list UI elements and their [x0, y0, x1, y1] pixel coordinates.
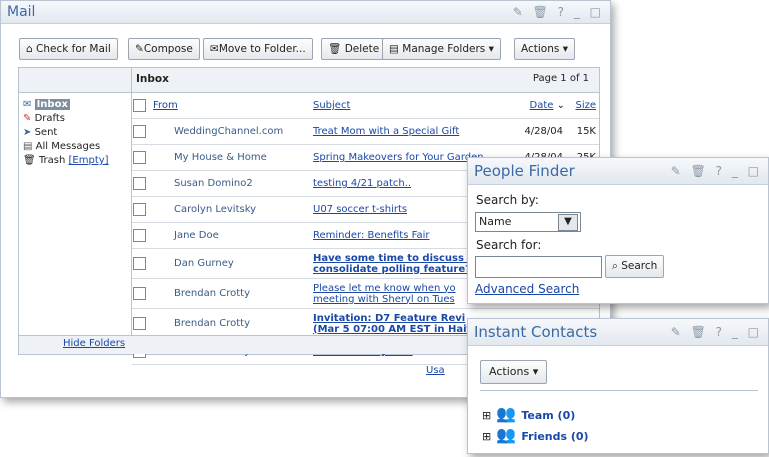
row-checkbox[interactable] — [133, 177, 146, 190]
manage-folders-button[interactable]: ▤ Manage Folders ▾ — [382, 38, 501, 60]
row-checkbox[interactable] — [133, 229, 146, 242]
instant-contacts-window-controls[interactable]: ✎ 🗑 ? _ □ — [671, 319, 762, 345]
trash-icon: 🗑 — [328, 43, 342, 55]
row-subject[interactable]: Treat Mom with a Special Gift — [313, 126, 459, 137]
move-to-folder-button[interactable]: ✉Move to Folder... — [203, 38, 313, 60]
row-subject[interactable]: Please let me know when yo — [313, 283, 456, 294]
dropdown-arrow-icon: ▼ — [558, 214, 578, 231]
drafts-icon: ✎ — [23, 113, 32, 124]
chevron-down-icon: ▾ — [488, 43, 494, 55]
folder-drafts[interactable]: ✎ Drafts — [23, 112, 109, 126]
expand-icon[interactable]: ⊞ — [482, 430, 491, 443]
row-subject-line2[interactable]: meeting with Sheryl on Tues — [313, 294, 455, 305]
column-from[interactable]: From — [153, 100, 178, 111]
column-subject[interactable]: Subject — [313, 100, 350, 111]
instant-contacts-title: Instant Contacts — [474, 323, 598, 341]
row-from: Brendan Crotty — [152, 308, 312, 339]
row-subject[interactable]: Spring Makeovers for Your Garden — [313, 152, 484, 163]
row-from: Brendan Crotty — [152, 278, 312, 309]
inbox-icon: ✉ — [23, 99, 32, 110]
inbox-heading: Inbox — [136, 73, 169, 85]
group-icon: 👥 — [496, 404, 517, 423]
envelope-open-icon: ⌂ — [26, 43, 33, 55]
row-checkbox[interactable] — [133, 125, 146, 138]
row-date: 4/28/04 — [521, 118, 569, 145]
usage-link[interactable]: Usa — [426, 365, 445, 376]
row-from: Jane Doe — [152, 222, 312, 249]
sort-desc-icon: ⌄ — [553, 100, 565, 111]
row-from: My House & Home — [152, 144, 312, 171]
table-row[interactable]: WeddingChannel.com Treat Mom with a Spec… — [132, 118, 599, 145]
people-finder-panel: People Finder ✎ 🗑 ? _ □ Search by: Name … — [467, 157, 769, 304]
contact-group-team[interactable]: ⊞ 👥 Team (0) — [482, 404, 575, 423]
empty-trash-link[interactable]: [Empty] — [69, 155, 109, 166]
folder-trash[interactable]: 🗑 Trash [Empty] — [23, 154, 109, 168]
sent-icon: ➤ — [23, 127, 32, 138]
list-header: Inbox Page 1 of 1 — [132, 68, 599, 93]
check-for-mail-button[interactable]: ⌂ Check for Mail — [19, 38, 118, 60]
all-messages-icon: ▤ — [23, 141, 33, 152]
row-subject[interactable]: testing 4/21 patch.. — [313, 178, 411, 189]
row-subject-line2[interactable]: consolidate polling feature? — [313, 264, 471, 275]
people-finder-title: People Finder — [474, 162, 575, 180]
compose-icon: ✎ — [135, 43, 144, 55]
folder-list: ✉ Inbox ✎ Drafts ➤ Sent ▤ All Messages 🗑 — [19, 93, 132, 336]
row-checkbox[interactable] — [133, 317, 146, 330]
select-all-checkbox[interactable] — [133, 99, 146, 112]
contact-group-friends[interactable]: ⊞ 👥 Friends (0) — [482, 425, 589, 444]
row-subject[interactable]: U07 soccer t-shirts — [313, 204, 407, 215]
row-from: WeddingChannel.com — [152, 118, 312, 145]
instant-contacts-titlebar: Instant Contacts ✎ 🗑 ? _ □ — [468, 319, 768, 346]
advanced-search-link[interactable]: Advanced Search — [475, 282, 579, 296]
row-subject[interactable]: Have some time to discuss t — [313, 253, 472, 264]
column-headers: From Subject Date ⌄ Size — [132, 93, 599, 119]
search-button[interactable]: ⌕ Search — [605, 255, 665, 278]
search-by-label: Search by: — [476, 193, 539, 207]
page-indicator: Page 1 of 1 — [532, 73, 589, 84]
search-by-select[interactable]: Name ▼ — [475, 212, 581, 232]
row-checkbox[interactable] — [133, 203, 146, 216]
folder-header — [19, 68, 132, 93]
row-checkbox[interactable] — [133, 151, 146, 164]
people-finder-window-controls[interactable]: ✎ 🗑 ? _ □ — [671, 158, 762, 184]
chevron-down-icon: ▾ — [532, 365, 539, 378]
group-icon: 👥 — [496, 425, 517, 444]
move-icon: ✉ — [210, 43, 219, 55]
compose-button[interactable]: ✎Compose — [128, 38, 200, 60]
folders-icon: ▤ — [389, 43, 399, 55]
row-from: Carolyn Levitsky — [152, 196, 312, 223]
expand-icon[interactable]: ⊞ — [482, 409, 491, 422]
folder-sent[interactable]: ➤ Sent — [23, 126, 109, 140]
search-for-label: Search for: — [476, 238, 542, 252]
search-icon: ⌕ — [612, 260, 618, 272]
hide-folders-link[interactable]: Hide Folders — [63, 338, 125, 349]
folder-all-messages[interactable]: ▤ All Messages — [23, 140, 109, 154]
search-input[interactable] — [475, 256, 602, 278]
mail-title: Mail — [7, 4, 36, 20]
row-subject[interactable]: Reminder: Benefits Fair — [313, 230, 429, 241]
actions-button[interactable]: Actions ▾ — [514, 38, 575, 60]
row-checkbox[interactable] — [133, 287, 146, 300]
delete-button[interactable]: 🗑 Delete — [321, 38, 387, 60]
row-size: 15K — [569, 118, 599, 145]
contacts-actions-button[interactable]: Actions ▾ — [480, 360, 548, 384]
trash-icon: 🗑 — [23, 155, 36, 166]
people-finder-titlebar: People Finder ✎ 🗑 ? _ □ — [468, 158, 768, 185]
folder-inbox[interactable]: ✉ Inbox — [23, 98, 109, 112]
mail-window-controls[interactable]: ✎ 🗑 ? _ □ — [513, 1, 604, 23]
contacts-divider — [480, 390, 758, 391]
instant-contacts-panel: Instant Contacts ✎ 🗑 ? _ □ Actions ▾ ⊞ 👥… — [467, 318, 769, 454]
row-from: Dan Gurney — [152, 248, 312, 279]
row-from: Susan Domino2 — [152, 170, 312, 197]
row-checkbox[interactable] — [133, 257, 146, 270]
mail-titlebar: Mail ✎ 🗑 ? _ □ — [1, 1, 610, 24]
row-subject[interactable]: Invitation: D7 Feature Revi — [313, 313, 465, 324]
column-size[interactable]: Size — [575, 100, 596, 111]
chevron-down-icon: ▾ — [562, 43, 568, 55]
row-subject-line2[interactable]: (Mar 5 07:00 AM EST in Haiti — [313, 324, 475, 335]
column-date[interactable]: Date — [530, 100, 554, 111]
